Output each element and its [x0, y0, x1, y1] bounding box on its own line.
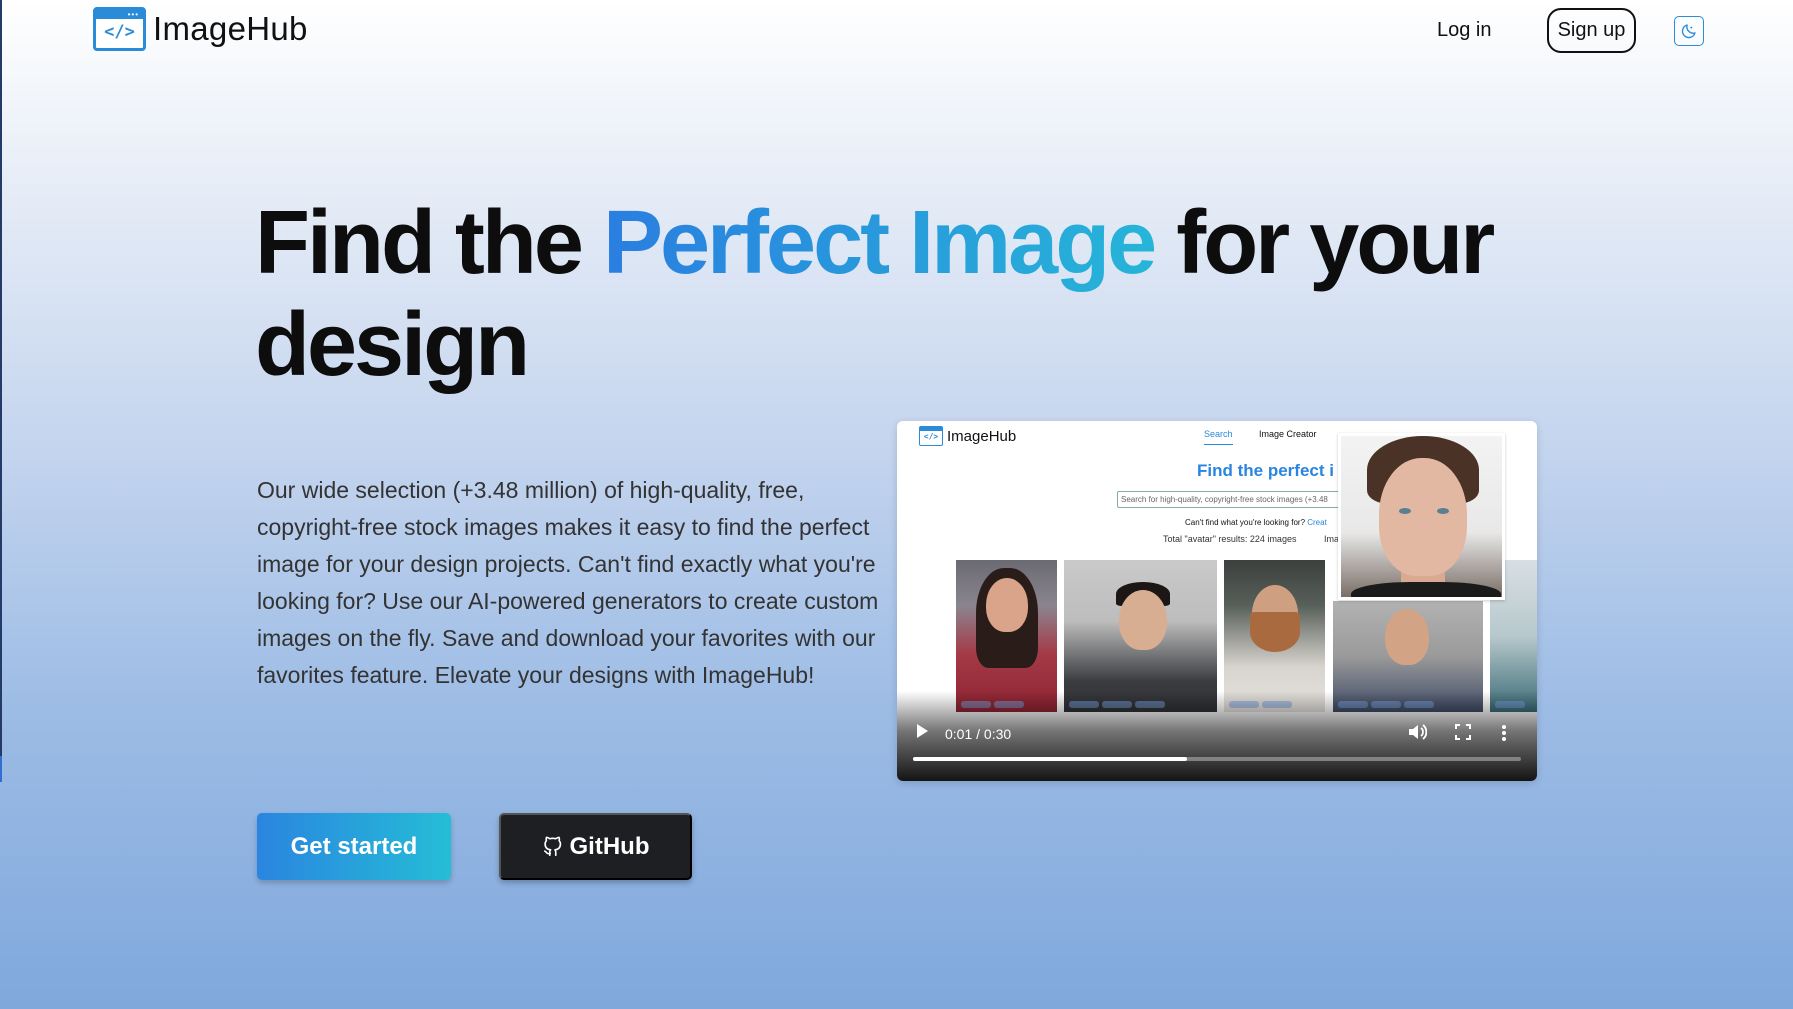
video-progress-bar[interactable]: [913, 757, 1521, 761]
window-edge: [0, 0, 2, 780]
github-button[interactable]: GitHub: [499, 813, 692, 880]
play-icon[interactable]: [915, 723, 929, 739]
video-featured-portrait: [1338, 433, 1505, 600]
headline-highlight: Perfect Image: [602, 193, 1157, 293]
video-search-field: Search for high-quality, copyright-free …: [1117, 491, 1347, 508]
login-link[interactable]: Log in: [1437, 19, 1492, 42]
video-create-link: Creat: [1307, 518, 1327, 527]
video-photo-woman-red: [956, 560, 1057, 712]
video-time: 0:01 / 0:30: [945, 726, 1012, 742]
hero-description: Our wide selection (+3.48 million) of hi…: [257, 477, 879, 688]
video-app-name: ImageHub: [947, 427, 1017, 445]
github-button-label: GitHub: [569, 832, 650, 860]
github-icon: [543, 836, 561, 856]
moon-icon: [1681, 24, 1696, 39]
brand-name: ImageHub: [153, 10, 308, 47]
get-started-button[interactable]: Get started: [257, 813, 451, 880]
theme-toggle-button[interactable]: [1674, 16, 1704, 46]
video-results-count: Total "avatar" results: 224 images: [1163, 534, 1297, 544]
video-page-title: Find the perfect i: [1197, 461, 1334, 480]
headline-pre: Find the: [255, 193, 603, 293]
video-photo-man-glasses: [1224, 560, 1325, 712]
more-options-icon[interactable]: [1501, 724, 1507, 742]
brand-logo[interactable]: ••• </> ImageHub: [93, 7, 308, 51]
code-window-icon: ••• </>: [93, 7, 146, 51]
video-cant-find-label: Can't find what you're looking for?: [1185, 518, 1308, 527]
video-photo-man-dark-shirt: [1064, 560, 1217, 712]
video-results-tail: Ima: [1324, 534, 1340, 544]
window-edge-accent: [0, 756, 2, 782]
volume-icon[interactable]: [1407, 723, 1427, 741]
video-progress-fill: [913, 757, 1187, 761]
fullscreen-icon[interactable]: [1455, 724, 1471, 740]
video-controls: 0:01 / 0:30: [897, 691, 1537, 781]
video-tab-creator: Image Creator: [1259, 429, 1317, 439]
video-app-logo: </> ImageHub: [919, 426, 1016, 446]
video-tab-search: Search: [1204, 429, 1233, 445]
video-cant-find-text: Can't find what you're looking for? Crea…: [1185, 518, 1327, 527]
hero-headline: Find the Perfect Image for your design: [255, 192, 1555, 396]
top-nav: ••• </> ImageHub Log in Sign up: [0, 0, 1793, 62]
signup-button[interactable]: Sign up: [1547, 8, 1636, 53]
demo-video-player[interactable]: </> ImageHub Search Image Creator Find t…: [897, 421, 1537, 781]
code-window-icon: </>: [919, 426, 943, 446]
